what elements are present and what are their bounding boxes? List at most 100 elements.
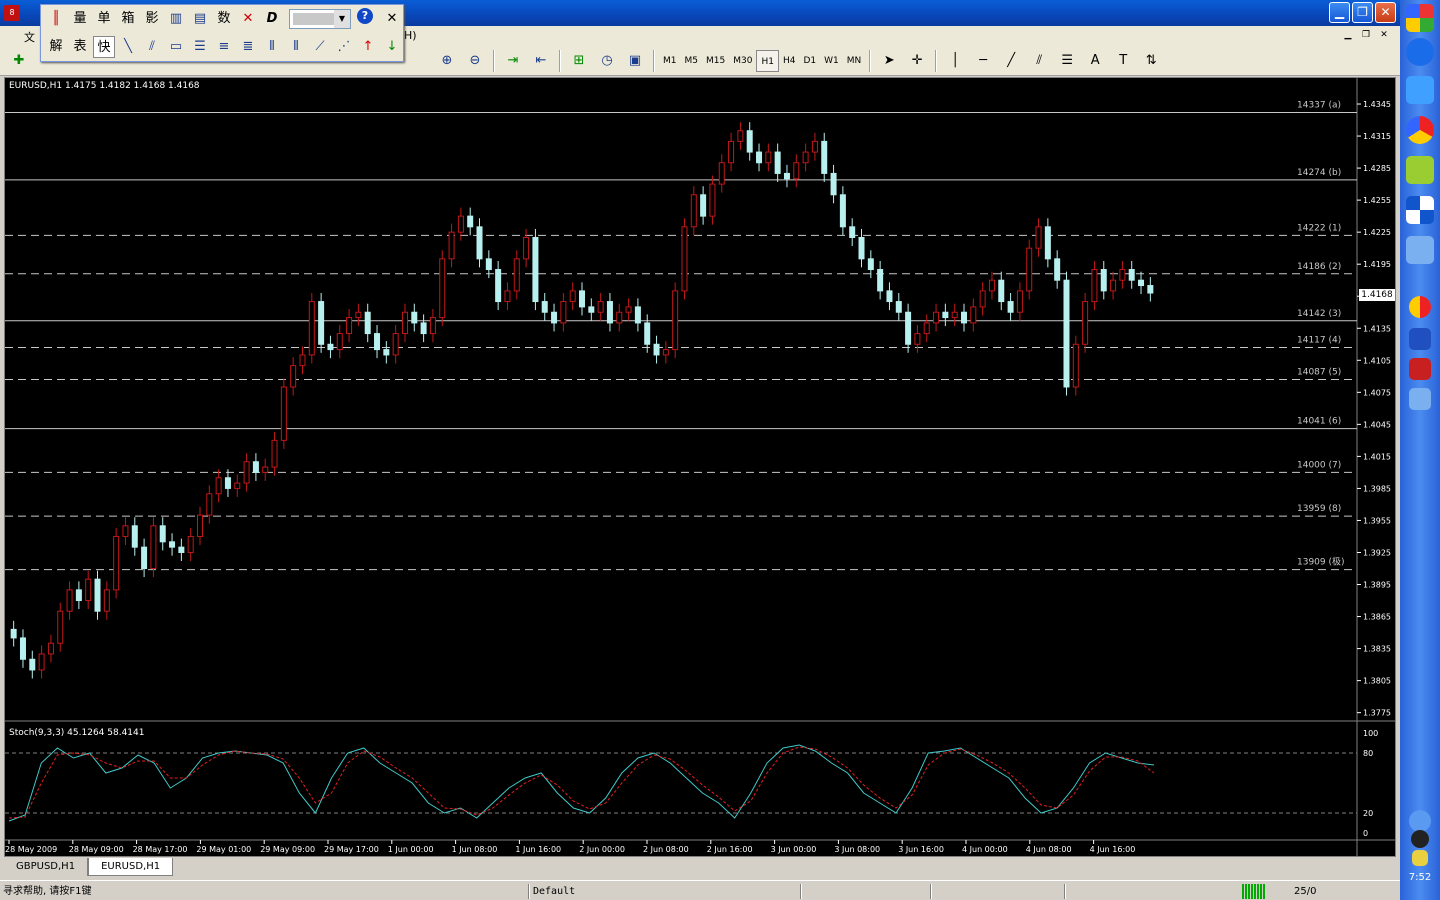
candle-body	[653, 343, 660, 356]
timeframe-d1[interactable]: D1	[799, 50, 820, 72]
fibonacci-icon[interactable]: ☰	[1056, 50, 1078, 72]
tool-button-solve[interactable]: 解	[45, 36, 67, 58]
app-shortcut-icon[interactable]	[1406, 116, 1434, 144]
new-chart-icon[interactable]: ✚	[8, 50, 30, 72]
app-shortcut-icon[interactable]	[1406, 196, 1434, 224]
cursor-icon[interactable]: ➤	[878, 50, 900, 72]
candle-body	[1035, 226, 1042, 249]
dx-icon[interactable]: D	[261, 8, 283, 30]
text-label-icon[interactable]: T	[1112, 50, 1134, 72]
tray-icon[interactable]	[1412, 850, 1428, 866]
quick-launch-bar: 7:52	[1400, 0, 1440, 900]
app-shortcut-icon[interactable]	[1409, 296, 1431, 318]
maximize-button[interactable]: ❐	[1352, 2, 1373, 23]
price-chart[interactable]: 1.4345 1.4315 1.4285 1.4255 1.4225 1.4195 1.41…	[5, 78, 1395, 856]
mdi-restore-button[interactable]: ❐	[1358, 28, 1374, 42]
tool-button-single[interactable]: 单	[93, 8, 115, 30]
tool-button-shadow[interactable]: 影	[141, 8, 163, 30]
minimize-button[interactable]: ▁	[1329, 2, 1350, 23]
tool-button-box[interactable]: 箱	[117, 8, 139, 30]
vertical-line-icon[interactable]: │	[944, 50, 966, 72]
timeframe-m30[interactable]: M30	[729, 50, 756, 72]
price-tick-label: 1.4045	[1363, 420, 1391, 429]
scroll-up-icon[interactable]	[1409, 810, 1431, 832]
periods-clock-icon[interactable]: ◷	[596, 50, 618, 72]
arrows-icon[interactable]: ⇅	[1140, 50, 1162, 72]
help-icon[interactable]: ?	[357, 8, 379, 30]
candle-body	[141, 546, 148, 570]
fib-levels-icon[interactable]: ≣	[237, 36, 259, 58]
arrow-up-icon[interactable]: ↑	[357, 36, 379, 58]
mdi-close-button[interactable]: ✕	[1376, 28, 1392, 42]
rectangle-icon[interactable]: ▭	[165, 36, 187, 58]
text-icon[interactable]: A	[1084, 50, 1106, 72]
level-label: 13909 (极)	[1297, 556, 1345, 568]
chart-shift-icon[interactable]: ⇤	[530, 50, 552, 72]
cycle-lines-icon[interactable]: ⦀	[261, 36, 283, 58]
arrow-down-icon[interactable]: ↓	[381, 36, 403, 58]
tool-button-volume[interactable]: 量	[69, 8, 91, 30]
close-button[interactable]: ✕	[1375, 2, 1396, 23]
fib-expansion-icon[interactable]: ≡	[213, 36, 235, 58]
candle-body	[709, 183, 716, 217]
tool-button-number[interactable]: 数	[213, 8, 235, 30]
fan-icon[interactable]: ⋰	[333, 36, 355, 58]
chevron-down-icon[interactable]: ▼	[334, 10, 350, 28]
gann-fan-icon[interactable]: ⟋	[309, 36, 331, 58]
channel-icon[interactable]: ⫽	[141, 36, 163, 58]
app-shortcut-icon[interactable]	[1406, 156, 1434, 184]
tab-eurusd[interactable]: EURUSD,H1	[88, 858, 174, 876]
crosshair-icon[interactable]: ✛	[906, 50, 928, 72]
histogram-icon[interactable]: ▤	[189, 8, 211, 30]
cycle-lines-2-icon[interactable]: ⦀	[285, 36, 307, 58]
tool-button-table[interactable]: 表	[69, 36, 91, 58]
templates-icon[interactable]: ▣	[624, 50, 646, 72]
ie-icon[interactable]	[1406, 38, 1434, 66]
horizontal-line-icon[interactable]: ─	[972, 50, 994, 72]
app-icon[interactable]: 8	[4, 5, 20, 21]
app-shortcut-icon[interactable]	[1409, 388, 1431, 410]
app-shortcut-icon[interactable]	[1406, 76, 1434, 104]
time-tick-label: 29 May 17:00	[324, 845, 379, 854]
xp-logo-icon[interactable]	[1406, 4, 1434, 32]
zoom-in-icon[interactable]: ⊕	[436, 50, 458, 72]
app-shortcut-icon[interactable]	[1406, 236, 1434, 264]
zoom-out-icon[interactable]: ⊖	[464, 50, 486, 72]
tab-gbpusd[interactable]: GBPUSD,H1	[4, 858, 89, 876]
candle-icon[interactable]: ║	[45, 8, 67, 30]
indicators-icon[interactable]: ⊞	[568, 50, 590, 72]
candle-body	[746, 130, 753, 153]
timeframe-m1[interactable]: M1	[659, 50, 681, 72]
menu-fragment-file[interactable]: 文	[24, 29, 35, 45]
trendline-icon[interactable]: ╱	[1000, 50, 1022, 72]
timeframe-m5[interactable]: M5	[681, 50, 703, 72]
menu-fragment-help[interactable]: H)	[404, 29, 417, 42]
line-icon[interactable]: ╲	[117, 36, 139, 58]
app-shortcut-icon[interactable]	[1409, 358, 1431, 380]
timeframe-h1[interactable]: H1	[756, 49, 779, 72]
candle-body	[262, 466, 269, 473]
app-shortcut-icon[interactable]	[1409, 328, 1431, 350]
mdi-minimize-button[interactable]: ▁	[1340, 28, 1356, 42]
timeframe-h4[interactable]: H4	[779, 50, 800, 72]
timeframe-w1[interactable]: W1	[820, 50, 843, 72]
equidistant-channel-icon[interactable]: ⫽	[1028, 50, 1050, 72]
bars-icon[interactable]: ▥	[165, 8, 187, 30]
autoscroll-icon[interactable]: ⇥	[502, 50, 524, 72]
fib-icon[interactable]: ☰	[189, 36, 211, 58]
candle-body	[579, 290, 585, 308]
candle-body	[560, 301, 567, 324]
tool-dropdown[interactable]: ▼	[289, 9, 351, 29]
close-toolbar-icon[interactable]: ✕	[381, 8, 403, 30]
connection-icon[interactable]	[1242, 884, 1266, 899]
candle-body	[234, 482, 241, 489]
candle-body	[57, 610, 64, 644]
tool-button-fast[interactable]: 快	[93, 36, 115, 58]
qq-icon[interactable]	[1411, 830, 1429, 848]
cross-icon[interactable]: ✕	[237, 8, 259, 30]
time-tick-label: 4 Jun 00:00	[962, 845, 1008, 854]
chart-window[interactable]: 1.4345 1.4315 1.4285 1.4255 1.4225 1.4195 1.41…	[4, 77, 1396, 857]
timeframe-mn[interactable]: MN	[843, 50, 866, 72]
price-tick-label: 1.4105	[1363, 356, 1391, 365]
timeframe-m15[interactable]: M15	[702, 50, 729, 72]
